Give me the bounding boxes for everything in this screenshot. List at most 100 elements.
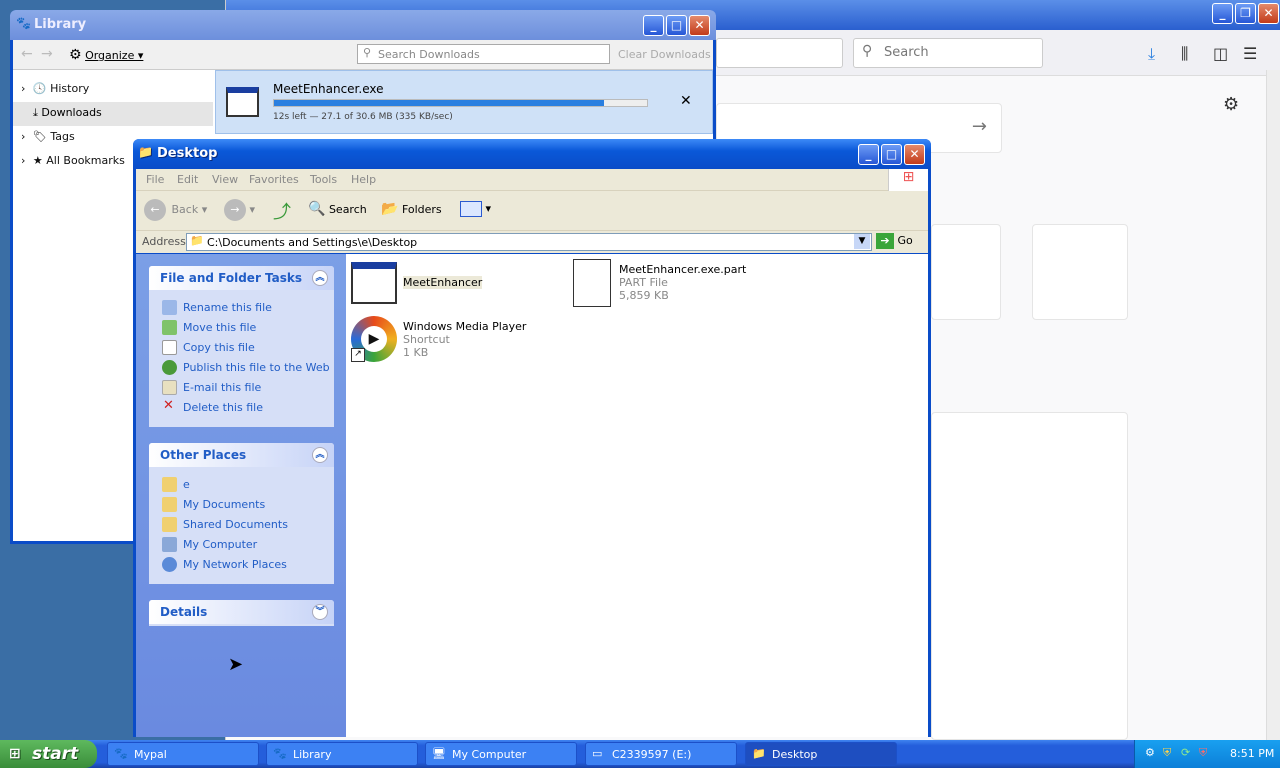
library-close-button[interactable]: ✕ bbox=[689, 15, 710, 36]
dropdown-arrow-icon[interactable]: ▼ bbox=[854, 234, 870, 249]
alert-shield-icon[interactable]: ⛨ bbox=[1199, 746, 1207, 760]
menu-help[interactable]: Help bbox=[351, 173, 376, 186]
browser-close-button[interactable]: ✕ bbox=[1258, 3, 1279, 24]
file-item-windows-media-player[interactable]: ▶ ↗ Windows Media Player Shortcut 1 KB bbox=[351, 314, 571, 364]
menu-edit[interactable]: Edit bbox=[177, 173, 198, 186]
sidebar-item-tags[interactable]: › 🏷 Tags bbox=[21, 130, 75, 143]
mypal-icon: 🐾 bbox=[114, 747, 128, 760]
file-item-meetenhancer[interactable]: MeetEnhancer bbox=[351, 262, 551, 308]
network-tray-icon[interactable]: ⚙ bbox=[1145, 746, 1155, 759]
explorer-titlebar: 📁 Desktop bbox=[133, 139, 931, 169]
exe-file-icon bbox=[351, 262, 397, 304]
collapse-chevron-icon[interactable]: ︽ bbox=[312, 270, 328, 286]
download-item[interactable]: MeetEnhancer.exe 12s left — 27.1 of 30.6… bbox=[215, 70, 713, 134]
file-folder-tasks-heading[interactable]: File and Folder Tasks ︽ bbox=[149, 266, 334, 290]
place-my-computer[interactable]: My Computer bbox=[183, 538, 257, 551]
go-button[interactable]: ➔ Go bbox=[876, 233, 913, 249]
explorer-maximize-button[interactable]: □ bbox=[881, 144, 902, 165]
explorer-title: Desktop bbox=[157, 146, 218, 161]
address-input[interactable]: 📁 C:\Documents and Settings\e\Desktop ▼ bbox=[186, 233, 872, 251]
organize-button[interactable]: ⚙ Organize ▾ bbox=[69, 47, 143, 63]
sidebar-icon[interactable]: ◫ bbox=[1213, 44, 1228, 63]
taskbar-item-mypal[interactable]: 🐾 Mypal bbox=[107, 742, 259, 766]
views-button[interactable]: ▾ bbox=[460, 201, 491, 217]
star-icon: ★ bbox=[32, 154, 43, 167]
content-panel bbox=[931, 412, 1128, 740]
taskbar: ⊞ start 🐾 Mypal 🐾 Library 🖥 My Computer … bbox=[0, 740, 1280, 768]
download-arrow-icon[interactable]: ⤓ bbox=[1148, 44, 1155, 64]
search-button[interactable]: 🔍 Search bbox=[308, 201, 367, 217]
browser-restore-button[interactable]: ❐ bbox=[1235, 3, 1256, 24]
collapse-chevron-icon[interactable]: ︽ bbox=[312, 447, 328, 463]
explorer-close-button[interactable]: ✕ bbox=[904, 144, 925, 165]
folders-icon: 📂 bbox=[381, 201, 399, 217]
place-my-documents[interactable]: My Documents bbox=[183, 498, 265, 511]
place-shared-documents[interactable]: Shared Documents bbox=[183, 518, 288, 531]
browser-minimize-button[interactable]: _ bbox=[1212, 3, 1233, 24]
library-minimize-button[interactable]: _ bbox=[643, 15, 664, 36]
taskbar-item-desktop[interactable]: 📁 Desktop bbox=[745, 742, 897, 766]
back-arrow-icon[interactable]: ← bbox=[21, 46, 33, 62]
menu-view[interactable]: View bbox=[212, 173, 238, 186]
clear-downloads-button[interactable]: Clear Downloads bbox=[618, 48, 711, 61]
downloads-search-input[interactable]: ⚲ Search Downloads bbox=[357, 44, 610, 64]
forward-arrow-icon[interactable]: → bbox=[41, 46, 53, 62]
menu-bar: File Edit View Favorites Tools Help ⊞ bbox=[136, 169, 928, 191]
task-delete[interactable]: Delete this file bbox=[183, 401, 263, 414]
expand-arrow-icon: › bbox=[21, 82, 26, 95]
delete-x-icon: ✕ bbox=[163, 398, 174, 413]
browser-search-input[interactable]: ⚲ Search bbox=[853, 38, 1043, 68]
task-copy[interactable]: Copy this file bbox=[183, 341, 255, 354]
folders-button[interactable]: 📂 Folders bbox=[381, 201, 442, 217]
sidebar-item-history[interactable]: › 🕓 History bbox=[21, 82, 89, 95]
details-heading[interactable]: Details ︾ bbox=[149, 600, 334, 624]
file-folder-tasks-panel: File and Folder Tasks ︽ Rename this file… bbox=[149, 266, 334, 427]
library-window-icon: 🐾 bbox=[16, 16, 31, 30]
menu-favorites[interactable]: Favorites bbox=[249, 173, 299, 186]
copy-icon bbox=[162, 340, 177, 355]
taskbar-item-drive[interactable]: ▭ C2339597 (E:) bbox=[585, 742, 737, 766]
back-button[interactable]: ← Back ▾ bbox=[144, 199, 207, 221]
update-tray-icon[interactable]: ⟳ bbox=[1181, 746, 1190, 759]
place-my-network-places[interactable]: My Network Places bbox=[183, 558, 287, 571]
start-button[interactable]: ⊞ start bbox=[0, 740, 97, 768]
tile-2[interactable] bbox=[1032, 224, 1128, 320]
up-folder-icon[interactable]: ⤴ bbox=[273, 198, 291, 224]
url-bar[interactable] bbox=[716, 38, 843, 68]
folder-icon: 📁 bbox=[138, 145, 153, 159]
gear-icon[interactable]: ⚙ bbox=[1223, 94, 1239, 115]
search-icon: ⚲ bbox=[862, 43, 873, 59]
library-title: Library bbox=[34, 17, 87, 32]
tile-1[interactable] bbox=[931, 224, 1001, 320]
library-icon[interactable]: ⫼ bbox=[1181, 44, 1188, 64]
task-publish[interactable]: Publish this file to the Web bbox=[183, 361, 330, 374]
file-item-meetenhancer-part[interactable]: MeetEnhancer.exe.part PART File 5,859 KB bbox=[571, 259, 771, 309]
task-email[interactable]: E-mail this file bbox=[183, 381, 261, 394]
file-list: MeetEnhancer MeetEnhancer.exe.part PART … bbox=[346, 254, 928, 737]
library-maximize-button[interactable]: □ bbox=[666, 15, 687, 36]
part-file-icon bbox=[573, 259, 611, 307]
expand-chevron-icon[interactable]: ︾ bbox=[312, 604, 328, 620]
browser-scrollbar[interactable] bbox=[1266, 70, 1280, 740]
windows-flag-icon: ⊞ bbox=[9, 746, 21, 762]
sidebar-item-all-bookmarks[interactable]: › ★ All Bookmarks bbox=[21, 154, 125, 167]
taskbar-item-my-computer[interactable]: 🖥 My Computer bbox=[425, 742, 577, 766]
cancel-download-icon[interactable]: ✕ bbox=[680, 93, 692, 109]
other-places-heading[interactable]: Other Places ︽ bbox=[149, 443, 334, 467]
tag-icon: 🏷 bbox=[32, 130, 47, 143]
taskbar-item-library[interactable]: 🐾 Library bbox=[266, 742, 418, 766]
file-size: 1 KB bbox=[403, 346, 429, 359]
task-rename[interactable]: Rename this file bbox=[183, 301, 272, 314]
menu-icon[interactable]: ☰ bbox=[1243, 44, 1257, 63]
sidebar-item-downloads[interactable]: ⤓ Downloads bbox=[13, 102, 213, 126]
system-tray: ⚙ ⛨ ⟳ ⛨ 8:51 PM bbox=[1134, 740, 1280, 768]
menu-tools[interactable]: Tools bbox=[310, 173, 337, 186]
task-move[interactable]: Move this file bbox=[183, 321, 256, 334]
explorer-window: 📁 Desktop _ □ ✕ File Edit View Favorites… bbox=[133, 139, 931, 737]
rename-icon bbox=[162, 300, 177, 315]
forward-button[interactable]: → ▾ bbox=[224, 199, 255, 221]
place-e[interactable]: e bbox=[183, 478, 190, 491]
explorer-minimize-button[interactable]: _ bbox=[858, 144, 879, 165]
menu-file[interactable]: File bbox=[146, 173, 164, 186]
security-shield-icon[interactable]: ⛨ bbox=[1163, 746, 1171, 760]
